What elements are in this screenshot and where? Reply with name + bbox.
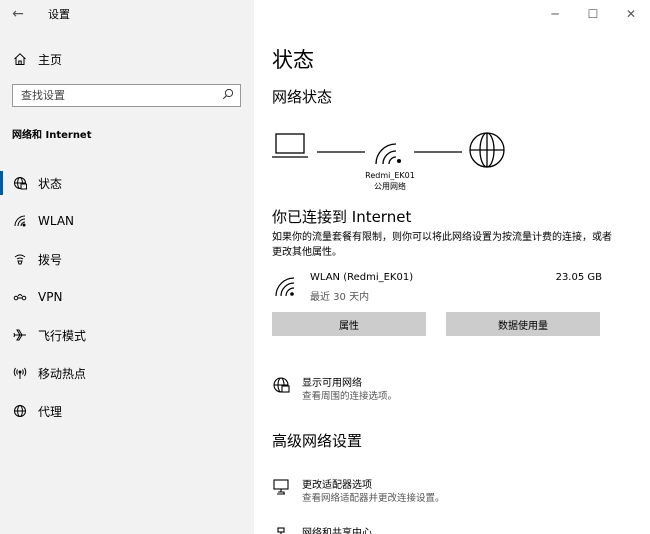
network-ssid-block: Redmi_EK01 公用网络	[360, 170, 420, 192]
wifi-icon	[274, 276, 298, 301]
adapter-options-link[interactable]: 更改适配器选项 查看网络适配器并更改连接设置。	[272, 476, 612, 506]
sidebar-item-dialup[interactable]: 拨号	[0, 240, 254, 278]
titlebar-left: ← 设置	[0, 0, 254, 28]
properties-button[interactable]: 属性	[272, 312, 426, 336]
search-icon[interactable]	[222, 88, 234, 103]
nav-list: 状态 WLAN 拨号 VPN 飞行模式 移动热点 代理	[0, 164, 254, 430]
sidebar-item-home[interactable]: 主页	[0, 44, 254, 74]
show-networks-subtitle: 查看周围的连接选项。	[302, 391, 398, 402]
sidebar-item-vpn[interactable]: VPN	[0, 278, 254, 316]
connected-description: 如果你的流量套餐有限制，则你可以将此网络设置为按流量计费的连接，或者更改其他属性…	[272, 232, 612, 258]
adapter-options-title[interactable]: 更改适配器选项	[302, 476, 372, 491]
sidebar-item-airplane[interactable]: 飞行模式	[0, 316, 254, 354]
close-button[interactable]: ✕	[612, 0, 650, 28]
connection-row: WLAN (Redmi_EK01) 最近 30 天内 23.05 GB	[272, 270, 602, 304]
main-pane: ─ ☐ ✕ 状态 网络状态 Redmi_EK01 公用网络 你已连接到 Inte…	[254, 0, 650, 534]
globe-status-icon	[272, 376, 290, 397]
sidebar-item-proxy[interactable]: 代理	[0, 392, 254, 430]
sharing-center-title[interactable]: 网络和共享中心	[302, 524, 372, 534]
adapter-options-subtitle: 查看网络适配器并更改连接设置。	[302, 493, 445, 504]
show-networks-link[interactable]: 显示可用网络 查看周围的连接选项。	[272, 374, 612, 404]
minimize-button[interactable]: ─	[536, 0, 574, 28]
sidebar-item-status[interactable]: 状态	[0, 164, 254, 202]
show-networks-title[interactable]: 显示可用网络	[302, 374, 362, 389]
connection-name: WLAN (Redmi_EK01)	[310, 272, 414, 283]
page-title: 状态	[272, 48, 314, 72]
airplane-icon	[0, 328, 38, 342]
sidebar-item-label: 状态	[38, 176, 63, 191]
sidebar-item-label: WLAN	[38, 214, 75, 228]
laptop-icon	[272, 133, 308, 158]
sidebar-item-label: 代理	[38, 404, 63, 419]
sidebar: ← 设置 主页 网络和 Internet	[0, 0, 254, 534]
sidebar-item-wlan[interactable]: WLAN	[0, 202, 254, 240]
globe-icon	[0, 404, 38, 418]
network-ssid: Redmi_EK01	[365, 171, 415, 180]
advanced-settings-heading: 高级网络设置	[272, 432, 363, 450]
search-input[interactable]	[21, 89, 211, 102]
connection-period: 最近 30 天内	[310, 292, 370, 303]
network-adapter-icon	[272, 478, 290, 499]
back-button[interactable]: ←	[0, 0, 36, 28]
network-sharing-icon	[272, 526, 290, 534]
maximize-button[interactable]: ☐	[574, 0, 612, 28]
sidebar-item-label: 主页	[38, 52, 63, 67]
dialup-icon	[0, 252, 38, 266]
home-icon	[0, 52, 38, 66]
data-usage-button[interactable]: 数据使用量	[446, 312, 600, 336]
network-status-heading: 网络状态	[272, 88, 333, 106]
sidebar-item-label: 移动热点	[38, 366, 87, 381]
connected-heading: 你已连接到 Internet	[272, 208, 412, 226]
sharing-center-link[interactable]: 网络和共享中心	[272, 524, 612, 534]
window-controls: ─ ☐ ✕	[536, 0, 650, 28]
data-usage-amount: 23.05 GB	[555, 272, 602, 283]
sidebar-item-hotspot[interactable]: 移动热点	[0, 354, 254, 392]
sidebar-item-label: VPN	[38, 290, 63, 304]
globe-status-icon	[0, 176, 38, 190]
wifi-signal-icon	[375, 143, 401, 165]
wifi-icon	[0, 214, 38, 228]
internet-globe-icon	[469, 132, 505, 168]
hotspot-icon	[0, 366, 38, 380]
sidebar-item-label: 飞行模式	[38, 328, 87, 343]
network-type: 公用网络	[374, 182, 406, 191]
section-title: 网络和 Internet	[12, 130, 92, 141]
vpn-icon	[0, 290, 38, 304]
search-box[interactable]	[12, 84, 241, 107]
sidebar-item-label: 拨号	[38, 252, 63, 267]
app-title: 设置	[48, 8, 70, 21]
